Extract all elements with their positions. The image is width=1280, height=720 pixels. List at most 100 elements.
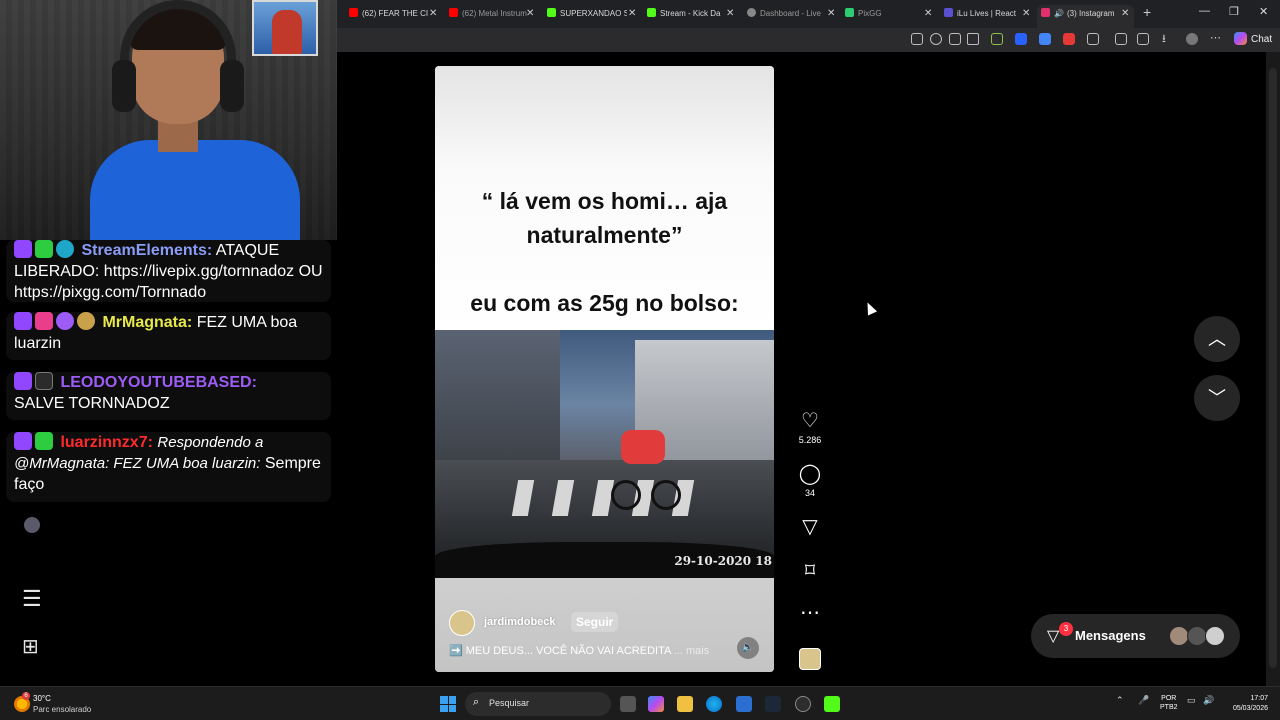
twitch-badge-icon xyxy=(14,432,32,450)
zoom-icon[interactable] xyxy=(930,33,942,45)
previous-reel-button[interactable]: ︿ xyxy=(1194,316,1240,362)
send-icon[interactable]: ▽ xyxy=(796,516,824,538)
close-tab-icon[interactable]: ✕ xyxy=(1121,5,1129,23)
mute-toggle-icon[interactable]: 🔈 xyxy=(737,637,759,659)
comment-action[interactable]: ◯ 34 xyxy=(796,463,824,499)
author-username[interactable]: jardimdobeck xyxy=(484,616,556,628)
reel-caption-quote: “ lá vem os homi… aja naturalmente” xyxy=(481,188,728,248)
subscriber-badge-icon xyxy=(35,312,53,330)
weather-alert-badge: 6 xyxy=(22,692,30,700)
taskbar-search[interactable]: ⌕ Pesquisar xyxy=(465,692,611,716)
tab-7-active[interactable]: 🔊 (3) Instagram xyxy=(1037,5,1134,28)
kick-app-icon[interactable] xyxy=(824,696,840,712)
like-action[interactable]: ♡ 5.286 xyxy=(796,410,824,446)
profile-avatar[interactable] xyxy=(1186,33,1198,45)
tab-2[interactable]: SUPERXANDAO S xyxy=(547,5,627,23)
steam-icon[interactable] xyxy=(765,696,781,712)
ellipsis-icon[interactable]: ⋯ xyxy=(796,602,824,624)
microphone-icon[interactable]: 🎤 xyxy=(1138,695,1149,706)
tab-0[interactable]: (62) FEAR THE CI xyxy=(349,5,433,23)
kick-icon xyxy=(547,8,556,17)
obs-icon[interactable] xyxy=(795,696,811,712)
weather-description[interactable]: Parc ensolarado xyxy=(33,705,91,714)
messenger-icon: ▽ xyxy=(1047,628,1060,645)
browser-tabbar: (62) FEAR THE CI ✕ (62) Metal Instrum ✕ … xyxy=(337,0,1280,28)
reel-footer: jardimdobeck Seguir ➡️ MEU DEUS... VOCÊ … xyxy=(435,578,774,672)
chat-username: MrMagnata: xyxy=(102,314,193,331)
save-action[interactable]: ⌑ xyxy=(796,560,824,582)
next-reel-button[interactable]: ﹀ xyxy=(1194,375,1240,421)
extensions-puzzle-icon[interactable] xyxy=(1087,33,1099,45)
close-tab-icon[interactable]: ✕ xyxy=(628,5,636,23)
restore-icon[interactable]: ❐ xyxy=(1229,5,1239,18)
follow-button[interactable]: Seguir xyxy=(571,612,619,632)
windows-start-icon[interactable] xyxy=(440,696,456,712)
chevron-down-icon: ﹀ xyxy=(1208,388,1226,408)
messages-label: Mensagens xyxy=(1075,628,1146,643)
read-aloud-icon[interactable] xyxy=(949,33,961,45)
apps-icon[interactable] xyxy=(911,33,923,45)
apps-grid-icon[interactable]: ⊞ xyxy=(22,634,39,659)
streamer xyxy=(90,0,300,240)
reel-caption-punchline: eu com as 25g no bolso: xyxy=(470,290,739,316)
reel-video[interactable]: “ lá vem os homi… aja naturalmente” eu c… xyxy=(435,66,774,672)
store-icon[interactable] xyxy=(736,696,752,712)
bitwarden-icon[interactable] xyxy=(1015,33,1027,45)
audio-thumbnail[interactable] xyxy=(799,648,821,670)
tab-6[interactable]: iLu Lives | React xyxy=(944,5,1024,23)
messages-button[interactable]: ▽ 3 Mensagens xyxy=(1031,614,1240,658)
weather-temperature[interactable]: 30°C xyxy=(33,694,51,703)
tab-3[interactable]: Stream - Kick Da xyxy=(647,5,725,23)
keyboard-language[interactable]: POR PTB2 xyxy=(1160,694,1178,712)
tray-chevron-icon[interactable]: ⌃ xyxy=(1116,695,1124,706)
speaker-icon[interactable]: 🔊 xyxy=(1054,9,1064,18)
close-tab-icon[interactable]: ✕ xyxy=(1022,5,1030,23)
close-tab-icon[interactable]: ✕ xyxy=(827,5,835,23)
screen: StreamElements: ATAQUE LIBERADO: https:/… xyxy=(0,0,1280,720)
close-tab-icon[interactable]: ✕ xyxy=(526,5,534,23)
reel-street-footage: 29-10-2020 18 xyxy=(435,330,774,578)
share-action[interactable]: ▽ xyxy=(796,516,824,538)
more-link[interactable]: ... mais xyxy=(674,645,709,657)
more-action[interactable]: ⋯ xyxy=(796,602,824,624)
chat-avatar xyxy=(24,517,40,533)
split-screen-icon[interactable] xyxy=(1115,33,1127,45)
chat-username: LEODOYOUTUBEBASED: xyxy=(60,374,257,391)
translate-icon[interactable] xyxy=(1039,33,1051,45)
network-icon[interactable]: ▭ xyxy=(1187,695,1196,706)
close-tab-icon[interactable]: ✕ xyxy=(726,5,734,23)
comment-icon[interactable]: ◯ xyxy=(796,463,824,485)
close-window-icon[interactable]: ✕ xyxy=(1259,5,1268,18)
author-avatar[interactable] xyxy=(449,610,475,636)
heart-icon[interactable]: ♡ xyxy=(796,410,824,432)
bookmark-icon[interactable]: ⌑ xyxy=(796,560,824,582)
download-icon[interactable]: ⭳ xyxy=(1162,33,1174,45)
favorite-star-icon[interactable] xyxy=(967,33,979,45)
file-explorer-icon[interactable] xyxy=(677,696,693,712)
contact-avatar xyxy=(1169,626,1189,646)
browser-toolbar: ⭳ ⋯ Chat xyxy=(337,28,1280,52)
tab-4[interactable]: Dashboard - Live xyxy=(747,5,827,23)
task-view-icon[interactable] xyxy=(620,696,636,712)
system-clock[interactable]: 17:07 05/03/2026 xyxy=(1220,694,1268,714)
chat-username: StreamElements: xyxy=(81,242,213,259)
contact-avatar xyxy=(1187,626,1207,646)
tab-5[interactable]: PixGG xyxy=(845,5,925,23)
more-options-icon[interactable]: ⋯ xyxy=(1210,33,1222,45)
close-tab-icon[interactable]: ✕ xyxy=(429,5,437,23)
adblock-icon[interactable] xyxy=(1063,33,1075,45)
minimize-icon[interactable]: — xyxy=(1199,5,1210,17)
like-count: 5.286 xyxy=(798,435,822,445)
new-tab-icon[interactable]: + xyxy=(1143,4,1151,20)
volume-icon[interactable]: 🔊 xyxy=(1203,695,1214,706)
copilot-chat-button[interactable]: Chat xyxy=(1234,32,1272,45)
copilot-app-icon[interactable] xyxy=(648,696,664,712)
reel-description[interactable]: ➡️ MEU DEUS... VOCÊ NÃO VAI ACREDITA ...… xyxy=(449,644,709,657)
extension-icon[interactable] xyxy=(991,33,1003,45)
favorites-icon[interactable] xyxy=(1137,33,1149,45)
edge-browser-icon[interactable] xyxy=(706,696,722,712)
page-scrollbar[interactable] xyxy=(1266,52,1280,686)
menu-icon[interactable]: ☰ xyxy=(22,586,42,612)
tab-1[interactable]: (62) Metal Instrum xyxy=(449,5,527,23)
close-tab-icon[interactable]: ✕ xyxy=(924,5,932,23)
